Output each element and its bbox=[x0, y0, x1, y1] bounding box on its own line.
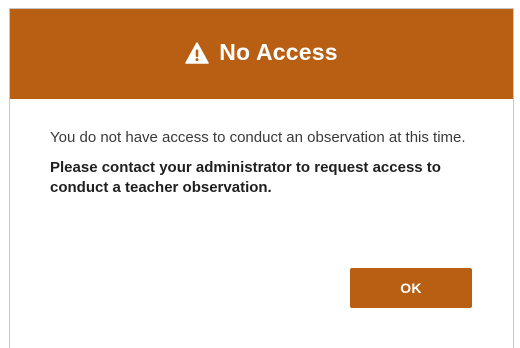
dialog-title: No Access bbox=[219, 39, 338, 65]
access-message: You do not have access to conduct an obs… bbox=[50, 129, 466, 146]
contact-admin-message: Please contact your administrator to req… bbox=[50, 159, 441, 196]
ok-button[interactable]: OK bbox=[350, 268, 472, 308]
warning-icon bbox=[185, 41, 209, 64]
dialog-header: No Access bbox=[10, 9, 513, 99]
dialog-body: You do not have access to conduct an obs… bbox=[10, 99, 513, 198]
dialog-header-content: No Access bbox=[185, 39, 338, 66]
